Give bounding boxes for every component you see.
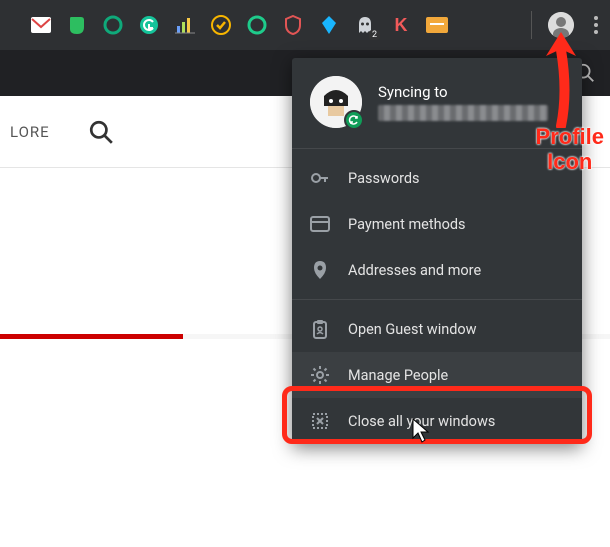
menu-item-manage-people[interactable]: Manage People xyxy=(292,352,582,398)
kite-icon[interactable] xyxy=(318,14,340,36)
sync-status-icon xyxy=(344,110,364,130)
card-icon[interactable] xyxy=(426,14,448,36)
graph-icon[interactable] xyxy=(174,14,196,36)
clipboard-icon xyxy=(310,319,330,339)
gear-icon xyxy=(310,365,330,385)
profile-popup-header: Syncing to xyxy=(292,58,582,142)
evernote-icon[interactable] xyxy=(66,14,88,36)
nav-explore[interactable]: LORE xyxy=(0,123,60,141)
map-pin-icon xyxy=(310,260,330,280)
letter-k-icon[interactable]: K xyxy=(390,14,412,36)
browser-menu-button[interactable] xyxy=(588,16,604,34)
check-icon[interactable] xyxy=(210,14,232,36)
close-box-icon xyxy=(310,411,330,431)
sync-email-redacted xyxy=(378,105,548,121)
gmail-icon[interactable] xyxy=(30,14,52,36)
shield-icon[interactable] xyxy=(282,14,304,36)
profile-avatar-button[interactable] xyxy=(548,12,574,38)
menu-label: Close all your windows xyxy=(348,413,495,430)
ring-icon-2[interactable] xyxy=(246,14,268,36)
profile-avatar-large xyxy=(310,76,362,128)
menu-label: Manage People xyxy=(348,367,448,384)
menu-label: Payment methods xyxy=(348,216,466,233)
menu-item-close-windows[interactable]: Close all your windows xyxy=(292,398,582,444)
browser-extensions-toolbar: 2 K xyxy=(0,0,610,50)
menu-item-addresses[interactable]: Addresses and more xyxy=(292,247,582,293)
badge-count: 2 xyxy=(369,30,380,40)
popup-separator xyxy=(292,299,582,300)
sync-title-text: Syncing to xyxy=(378,83,548,101)
menu-label: Passwords xyxy=(348,170,420,187)
profile-popup: Syncing to Passwords Payment methods Add… xyxy=(292,58,582,444)
menu-item-guest-window[interactable]: Open Guest window xyxy=(292,306,582,352)
menu-label: Addresses and more xyxy=(348,262,481,279)
ring-icon-1[interactable] xyxy=(102,14,124,36)
menu-item-payment-methods[interactable]: Payment methods xyxy=(292,201,582,247)
page-search-icon[interactable] xyxy=(88,119,114,145)
key-icon xyxy=(310,168,330,188)
menu-item-passwords[interactable]: Passwords xyxy=(292,155,582,201)
toolbar-separator xyxy=(531,11,532,39)
popup-separator xyxy=(292,148,582,149)
grammarly-icon[interactable] xyxy=(138,14,160,36)
ghost-icon[interactable]: 2 xyxy=(354,14,376,36)
credit-card-icon xyxy=(310,214,330,234)
menu-label: Open Guest window xyxy=(348,321,477,338)
